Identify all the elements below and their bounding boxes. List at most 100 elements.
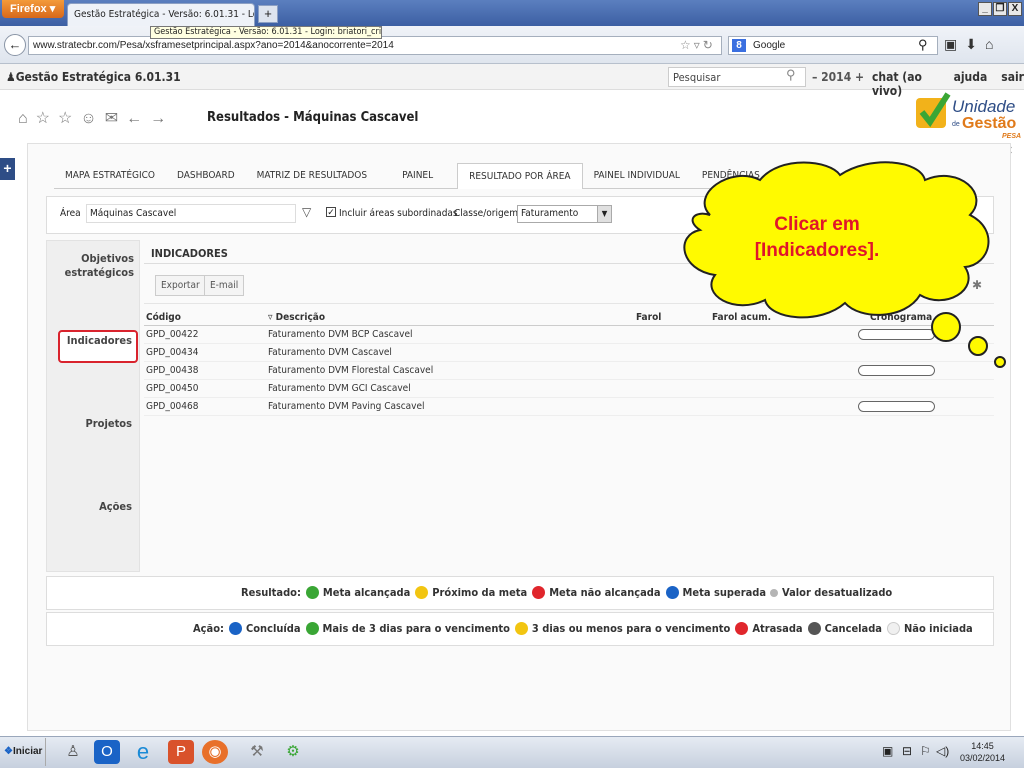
windows-logo-icon: ❖ — [4, 746, 13, 757]
menu-objetivos-estrategicos[interactable]: Objetivos estratégicos — [44, 252, 134, 280]
legend-item: Próximo da meta — [432, 586, 528, 599]
network-icon[interactable]: ⊟ — [902, 744, 912, 758]
blue-dot-icon — [228, 622, 242, 635]
app-icon[interactable]: ⚙ — [280, 740, 306, 764]
main-tabs: MAPA ESTRATÉGICO DASHBOARD MATRIZ DE RES… — [54, 163, 771, 189]
app-search-icon[interactable]: ⚲ — [786, 67, 796, 83]
filter-icon[interactable]: ▽ — [302, 205, 311, 219]
tab-resultado-por-area[interactable]: RESULTADO POR ÁREA — [457, 163, 583, 189]
export-button[interactable]: Exportar — [155, 275, 206, 296]
new-tab-button[interactable]: + — [258, 5, 278, 23]
legend-item: Meta superada — [682, 586, 767, 599]
green-dot-icon — [305, 622, 319, 635]
blue-dot-icon — [665, 586, 679, 599]
legend-item: Meta não alcançada — [549, 586, 661, 599]
browser-tab[interactable]: Gestão Estratégica - Versão: 6.01.31 - L… — [67, 3, 255, 26]
legend-item: Cancelada — [824, 622, 882, 635]
outlook-icon[interactable]: O — [94, 740, 120, 764]
volume-icon[interactable]: ◁) — [936, 744, 949, 758]
legend-item: Não iniciada — [903, 622, 973, 635]
menu-indicadores[interactable]: Indicadores — [42, 334, 132, 348]
callout-text: Clicar em [Indicadores]. — [754, 214, 880, 261]
year-selector[interactable]: – 2014 + — [812, 70, 864, 84]
legend-acao: Ação: Concluída Mais de 3 dias para o ve… — [46, 612, 994, 646]
back-button[interactable]: ← — [4, 34, 26, 56]
row-codigo: GPD_00438 — [146, 365, 199, 376]
flag-icon[interactable]: ⚐ — [920, 744, 931, 758]
classe-origem-select[interactable]: Faturamento ▼ — [517, 205, 612, 223]
legend-item: 3 dias ou menos para o vencimento — [531, 622, 731, 635]
home-icon[interactable]: ⌂ — [985, 36, 1001, 52]
gray-dot-icon — [770, 588, 779, 597]
cronograma-bar — [858, 401, 935, 412]
maximize-button[interactable]: ❐ — [993, 2, 1007, 16]
red-dot-icon — [735, 622, 749, 635]
back-arrow-icon[interactable]: ← — [126, 110, 150, 127]
forward-arrow-icon[interactable]: → — [150, 110, 174, 127]
firefox-icon[interactable]: ◉ — [202, 740, 228, 764]
browser-search-input[interactable]: 8 Google — [728, 36, 938, 55]
legend-resultado-label: Resultado: — [241, 586, 301, 599]
url-text: www.stratecbr.com/Pesa/xsframesetprincip… — [33, 40, 394, 51]
firefox-menu-button[interactable]: Firefox ▾ — [2, 0, 64, 18]
menu-acoes[interactable]: Ações — [42, 500, 132, 514]
favorites-icon[interactable]: ☆ — [58, 110, 80, 127]
dropdown-icon[interactable]: ▿ — [694, 38, 703, 52]
powerpoint-icon[interactable]: P — [168, 740, 194, 764]
left-menu — [46, 240, 140, 572]
table-row[interactable]: GPD_00468 Faturamento DVM Paving Cascave… — [144, 398, 994, 416]
dark-gray-dot-icon — [807, 622, 821, 635]
svg-text:Unidade: Unidade — [952, 97, 1015, 116]
url-actions: ☆▿↻ — [680, 38, 716, 52]
start-button[interactable]: ❖Iniciar — [0, 738, 46, 766]
tab-tooltip: Gestão Estratégica - Versão: 6.01.31 - L… — [150, 26, 382, 39]
callout-cloud — [683, 161, 1006, 368]
col-codigo[interactable]: Código — [146, 312, 181, 323]
legend-item: Concluída — [245, 622, 301, 635]
tools-icon[interactable]: ⚒ — [244, 740, 270, 764]
bookmarks-icon[interactable]: ▣ — [944, 36, 965, 52]
table-row[interactable]: GPD_00450 Faturamento DVM GCI Cascavel — [144, 380, 994, 398]
legend-resultado: Resultado: Meta alcançada Próximo da met… — [46, 576, 994, 610]
col-descricao[interactable]: ▿ Descrição — [268, 312, 325, 323]
row-descricao: Faturamento DVM Paving Cascavel — [268, 401, 425, 412]
chevron-down-icon: ▼ — [597, 206, 611, 222]
include-subareas-label: Incluir áreas subordinadas — [339, 208, 458, 219]
tab-painel[interactable]: PAINEL — [378, 163, 458, 189]
area-label: Área — [60, 208, 81, 219]
search-icon[interactable]: ⚲ — [918, 37, 928, 53]
close-window-button[interactable]: X — [1008, 2, 1022, 16]
network-app-icon[interactable]: ♙ — [60, 740, 86, 764]
col-farol[interactable]: Farol — [636, 312, 661, 323]
menu-projetos[interactable]: Projetos — [42, 417, 132, 431]
email-button[interactable]: E-mail — [204, 275, 245, 296]
chat-icon[interactable]: ☺ — [80, 110, 104, 127]
tab-matriz-resultados[interactable]: MATRIZ DE RESULTADOS — [245, 163, 379, 189]
internet-explorer-icon[interactable]: e — [130, 740, 156, 764]
google-icon: 8 — [732, 39, 746, 52]
legend-item: Atrasada — [752, 622, 803, 635]
row-descricao: Faturamento DVM GCI Cascavel — [268, 383, 411, 394]
download-icon[interactable]: ⬇ — [965, 36, 985, 52]
row-descricao: Faturamento DVM Florestal Cascavel — [268, 365, 434, 376]
reload-icon[interactable]: ↻ — [703, 38, 716, 52]
svg-text:Gestão: Gestão — [962, 115, 1016, 132]
page-title: Resultados - Máquinas Cascavel — [207, 110, 419, 125]
area-input[interactable]: Máquinas Cascavel — [86, 204, 296, 223]
home-icon[interactable]: ⌂ — [18, 110, 36, 127]
yellow-dot-icon — [415, 586, 429, 599]
mail-icon[interactable]: ✉ — [105, 110, 126, 127]
tab-mapa-estrategico[interactable]: MAPA ESTRATÉGICO — [54, 163, 166, 189]
clock[interactable]: 14:45 03/02/2014 — [960, 740, 1005, 764]
include-subareas-checkbox[interactable]: ✓ — [326, 207, 336, 217]
expand-panel-button[interactable]: + — [0, 158, 15, 180]
bookmark-star-icon[interactable]: ☆ — [680, 38, 694, 52]
search-engine-label: Google — [753, 40, 786, 51]
yellow-dot-icon — [514, 622, 528, 635]
tab-dashboard[interactable]: DASHBOARD — [166, 163, 246, 189]
favorite-add-icon[interactable]: ☆ — [36, 110, 58, 127]
tray-app-icon[interactable]: ▣ — [882, 744, 893, 758]
window-controls: _ ❐ X — [978, 2, 1022, 16]
minimize-button[interactable]: _ — [978, 2, 992, 16]
row-codigo: GPD_00468 — [146, 401, 199, 412]
